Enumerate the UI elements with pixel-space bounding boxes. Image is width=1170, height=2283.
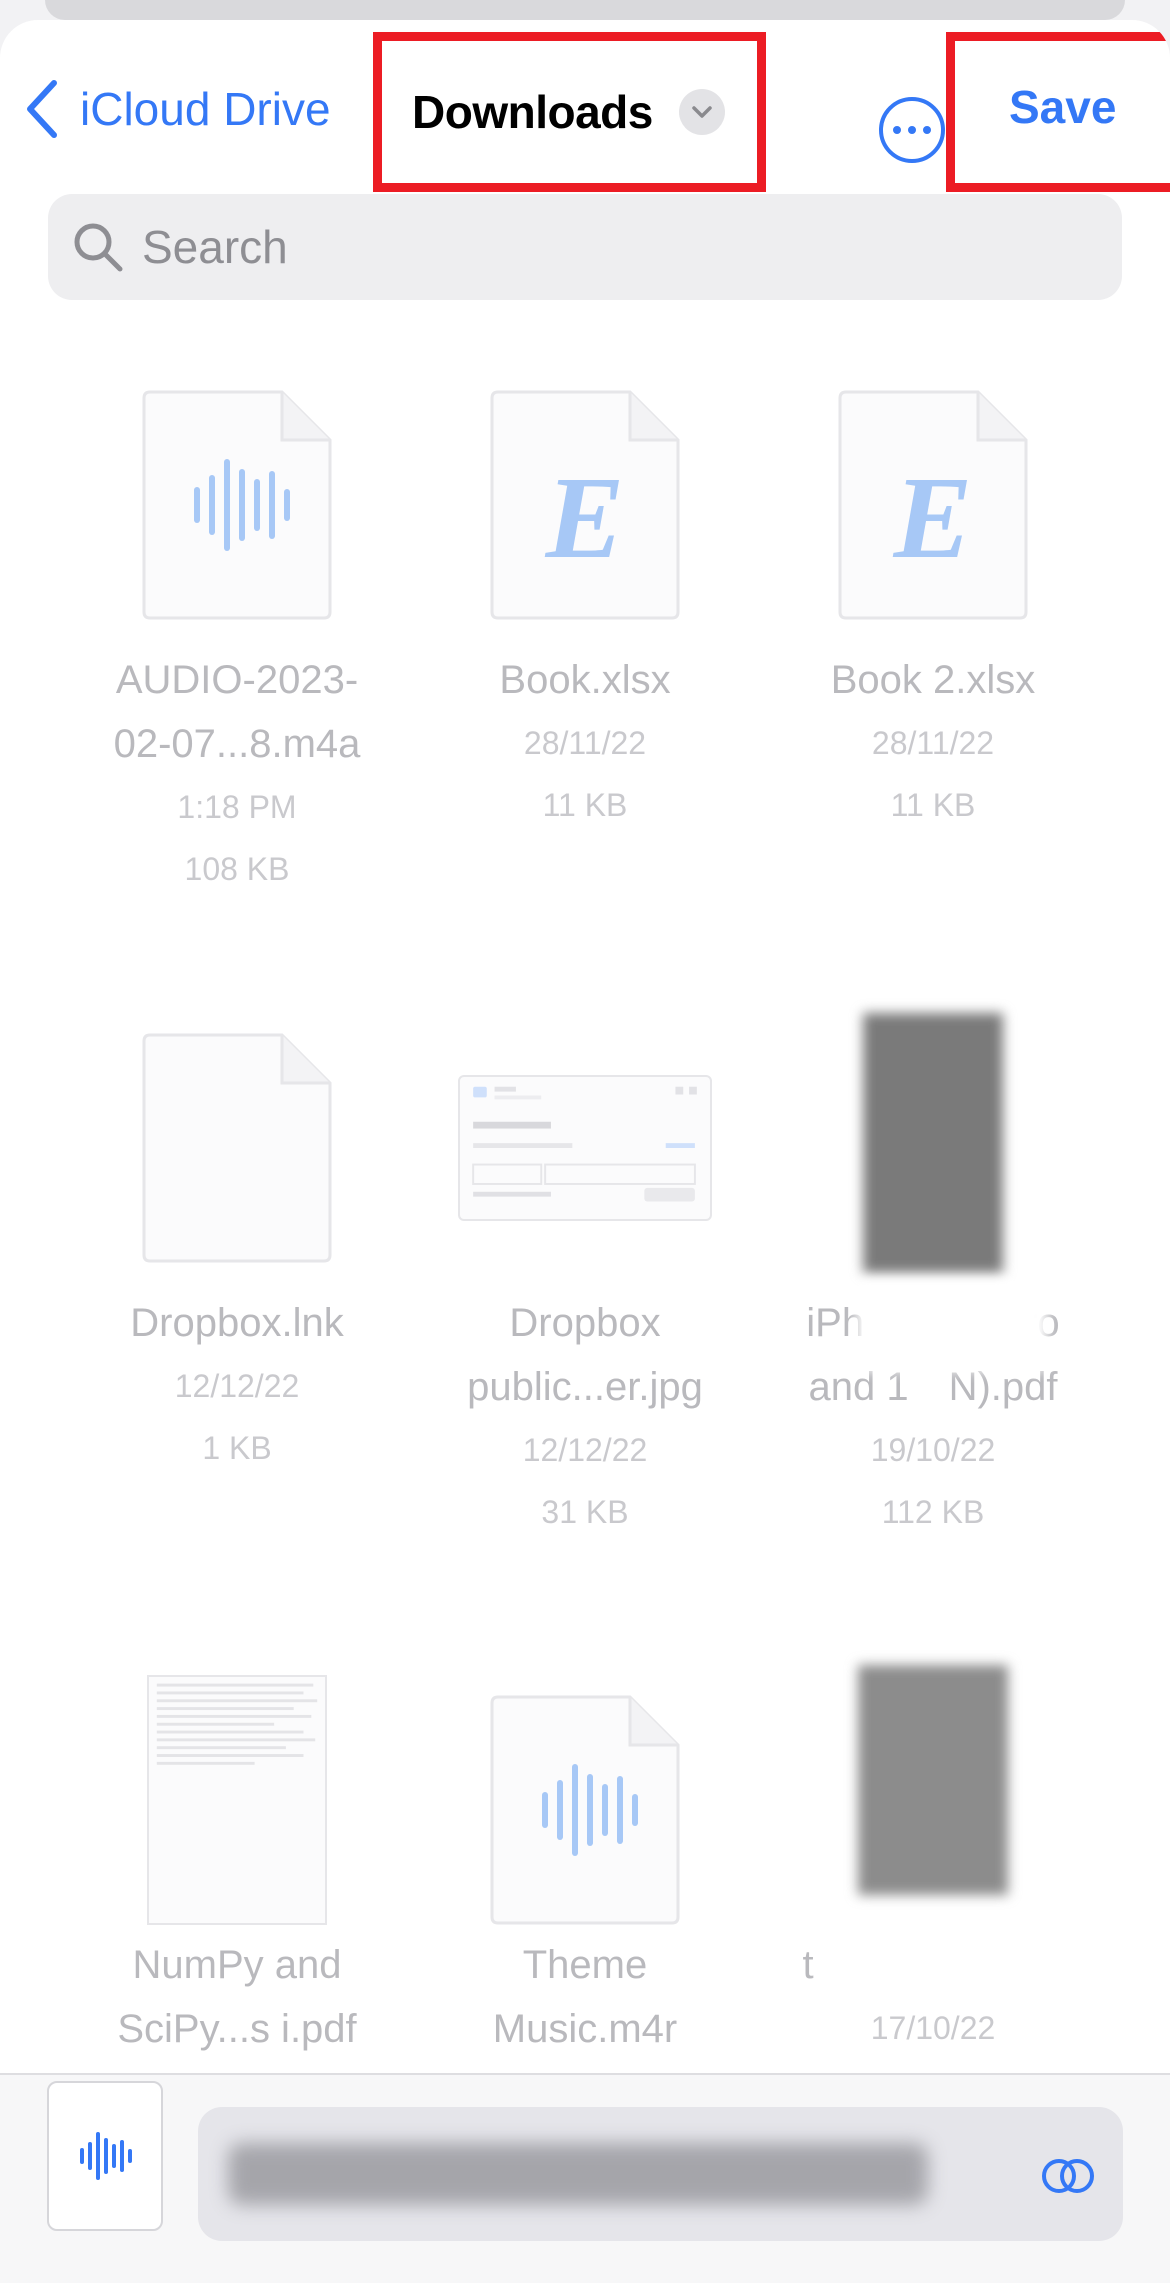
file-name: Dropbox public...er.jpg <box>467 1301 703 1409</box>
back-button-label: iCloud Drive <box>80 83 331 135</box>
image-preview <box>458 1075 712 1221</box>
folder-title[interactable]: Downloads <box>412 85 653 139</box>
background-sheet <box>45 0 1125 20</box>
file-name: NumPy and SciPy...s i.pdf <box>117 1943 357 2051</box>
file-item[interactable]: Theme Music.m4r <box>415 1675 755 2061</box>
file-item[interactable]: NumPy and SciPy...s i.pdf <box>67 1675 407 2061</box>
file-item[interactable]: iPhro and 1N).pdf 19/10/22 112 KB <box>763 1013 1103 1543</box>
document-icon <box>490 1695 680 1925</box>
file-name: t <box>763 1931 1103 2001</box>
more-options-button[interactable] <box>879 97 945 163</box>
file-name: AUDIO-2023- 02-07...8.m4a <box>113 658 361 766</box>
blurred-filename <box>228 2143 928 2205</box>
save-to-files-sheet: iCloud Drive Downloads Save Search AUDIO… <box>0 20 1170 2283</box>
file-item[interactable]: E Book.xlsx 28/11/22 11 KB <box>415 390 755 836</box>
blank-document-icon <box>142 1033 332 1263</box>
file-size: 11 KB <box>542 787 628 823</box>
filename-input[interactable] <box>198 2107 1123 2241</box>
file-date: 12/12/22 <box>174 1368 300 1404</box>
file-item[interactable]: Dropbox.lnk 12/12/22 1 KB <box>67 1033 407 1479</box>
file-name: Dropbox.lnk <box>130 1301 344 1345</box>
waveform-icon <box>80 2132 132 2180</box>
ellipsis-icon <box>893 126 901 134</box>
excel-e-icon: E <box>893 452 973 583</box>
file-item[interactable]: Dropbox public...er.jpg 12/12/22 31 KB <box>415 1033 755 1543</box>
file-date: 1:18 PM <box>177 789 297 825</box>
file-size: 1 KB <box>202 1430 272 1466</box>
file-name: iPhro and 1N).pdf <box>763 1281 1103 1419</box>
file-item[interactable]: AUDIO-2023- 02-07...8.m4a 1:18 PM 108 KB <box>67 390 407 900</box>
filename-bar <box>0 2073 1170 2283</box>
navigation-bar: iCloud Drive Downloads Save <box>0 20 1170 192</box>
file-thumbnail <box>47 2081 163 2231</box>
file-size: 112 KB <box>881 1494 985 1530</box>
text-document-preview <box>147 1675 327 1925</box>
document-icon <box>142 390 332 620</box>
chevron-left-icon <box>27 80 57 138</box>
file-item[interactable]: t 17/10/22 <box>763 1665 1103 2059</box>
save-button[interactable]: Save <box>1009 80 1116 134</box>
photo-preview-blurred <box>863 1013 1003 1273</box>
file-date: 28/11/22 <box>523 725 647 761</box>
excel-e-icon: E <box>545 452 625 583</box>
photo-preview-blurred <box>858 1665 1008 1895</box>
file-date: 17/10/22 <box>870 2010 996 2046</box>
search-icon <box>74 223 123 272</box>
file-date: 19/10/22 <box>870 1432 996 1468</box>
search-bar[interactable] <box>48 194 1122 300</box>
blurred-redaction <box>857 1281 1047 1371</box>
file-date: 28/11/22 <box>871 725 995 761</box>
folder-menu-button[interactable] <box>678 89 725 135</box>
file-name: Book.xlsx <box>499 658 671 702</box>
file-size: 31 KB <box>541 1494 629 1530</box>
file-size: 108 KB <box>184 851 290 887</box>
blurred-redaction <box>823 1931 1083 2001</box>
file-name: Theme Music.m4r <box>492 1943 678 2051</box>
file-item[interactable]: E Book 2.xlsx 28/11/22 11 KB <box>763 390 1103 836</box>
search-input[interactable] <box>142 220 1042 274</box>
file-name: Book 2.xlsx <box>830 658 1036 702</box>
linked-circles-icon[interactable] <box>1040 2151 1096 2201</box>
file-size: 11 KB <box>890 787 976 823</box>
back-button[interactable]: iCloud Drive <box>22 74 331 144</box>
folder-title-highlight: Downloads <box>373 32 766 192</box>
chevron-down-icon <box>692 106 712 118</box>
file-date: 12/12/22 <box>522 1432 648 1468</box>
